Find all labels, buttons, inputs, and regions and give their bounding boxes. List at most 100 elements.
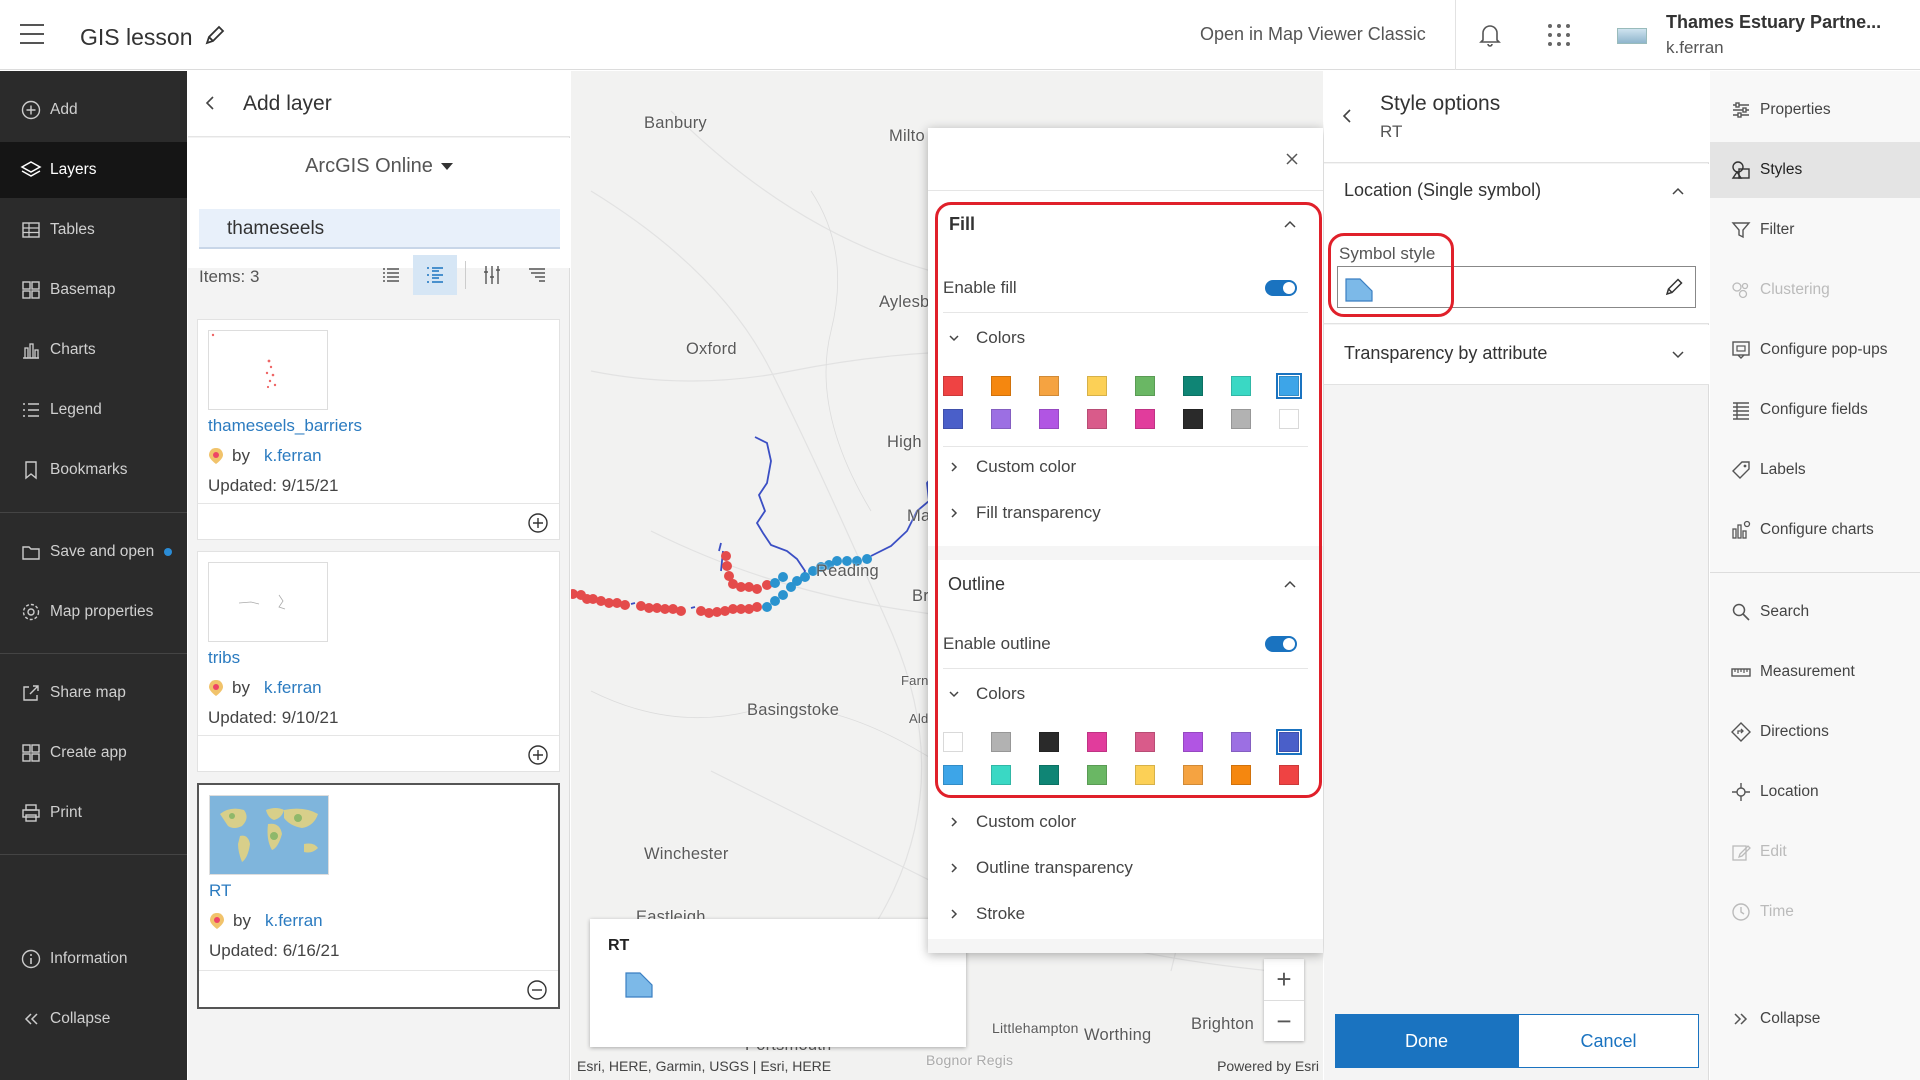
color-swatch[interactable] — [991, 409, 1011, 429]
color-swatch[interactable] — [1039, 409, 1059, 429]
item-thumbnail[interactable] — [209, 795, 329, 875]
outline-transparency[interactable]: Outline transparency — [948, 858, 1133, 878]
edit-pencil-icon[interactable] — [1664, 277, 1684, 297]
add-circle-icon[interactable] — [527, 512, 549, 534]
color-swatch[interactable] — [943, 376, 963, 396]
toolbar-edit[interactable]: Edit — [1710, 824, 1920, 880]
item-owner[interactable]: k.ferran — [264, 678, 322, 698]
cancel-button[interactable]: Cancel — [1518, 1014, 1699, 1068]
toolbar-labels[interactable]: Labels — [1710, 442, 1920, 498]
color-swatch[interactable] — [1276, 729, 1302, 755]
item-thumbnail[interactable] — [208, 330, 328, 410]
toolbar-configure-charts[interactable]: Configure charts — [1710, 502, 1920, 558]
edit-title-icon[interactable] — [204, 24, 226, 46]
app-launcher-icon[interactable] — [1546, 22, 1572, 48]
location-section-title[interactable]: Location (Single symbol) — [1344, 180, 1541, 201]
color-swatch[interactable] — [1135, 732, 1155, 752]
color-swatch[interactable] — [943, 765, 963, 785]
notification-bell-icon[interactable] — [1477, 22, 1503, 48]
color-swatch[interactable] — [1087, 765, 1107, 785]
toolbar-share-map[interactable]: Share map — [0, 665, 187, 721]
back-chevron-icon[interactable] — [200, 93, 220, 113]
toolbar-tables[interactable]: Tables — [0, 202, 187, 258]
color-swatch[interactable] — [1135, 376, 1155, 396]
color-swatch[interactable] — [1087, 376, 1107, 396]
color-swatch[interactable] — [1276, 373, 1302, 399]
toolbar-information[interactable]: Information — [0, 931, 187, 987]
color-swatch[interactable] — [1135, 409, 1155, 429]
outline-colors-expander[interactable]: Colors — [948, 684, 1025, 704]
remove-circle-icon[interactable] — [526, 979, 548, 1001]
toolbar-styles[interactable]: Styles — [1710, 142, 1920, 198]
add-circle-icon[interactable] — [527, 744, 549, 766]
toolbar-search[interactable]: Search — [1710, 584, 1920, 640]
toolbar-configure-fields[interactable]: Configure fields — [1710, 382, 1920, 438]
toolbar-directions[interactable]: Directions — [1710, 704, 1920, 760]
color-swatch[interactable] — [1183, 765, 1203, 785]
color-swatch[interactable] — [1183, 732, 1203, 752]
toolbar-create-app[interactable]: Create app — [0, 725, 187, 781]
back-chevron-icon[interactable] — [1338, 107, 1356, 125]
toolbar-print[interactable]: Print — [0, 785, 187, 841]
toolbar-clustering[interactable]: Clustering — [1710, 262, 1920, 318]
powered-by-esri[interactable]: Powered by Esri — [1217, 1058, 1319, 1074]
color-swatch[interactable] — [1231, 732, 1251, 752]
toolbar-save-open[interactable]: Save and open — [0, 524, 187, 580]
detail-view-button[interactable] — [413, 255, 457, 295]
item-name[interactable]: thameseels_barriers — [208, 416, 362, 436]
zoom-out-button[interactable]: − — [1264, 1001, 1304, 1042]
fill-section-header[interactable]: Fill — [928, 200, 1323, 250]
color-swatch[interactable] — [1087, 409, 1107, 429]
chevron-up-icon[interactable] — [1671, 184, 1685, 198]
toolbar-location[interactable]: Location — [1710, 764, 1920, 820]
color-swatch[interactable] — [1231, 409, 1251, 429]
color-swatch[interactable] — [1231, 765, 1251, 785]
close-icon[interactable] — [1283, 150, 1301, 168]
done-button[interactable]: Done — [1335, 1014, 1518, 1068]
search-input[interactable]: thameseels — [199, 209, 560, 249]
color-swatch[interactable] — [1231, 376, 1251, 396]
color-swatch[interactable] — [991, 732, 1011, 752]
result-card-selected[interactable]: RT by k.ferran Updated: 6/16/21 — [197, 783, 560, 1009]
color-swatch[interactable] — [1087, 732, 1107, 752]
toolbar-layers[interactable]: Layers — [0, 142, 187, 198]
toolbar-basemap[interactable]: Basemap — [0, 262, 187, 318]
toolbar-collapse[interactable]: Collapse — [0, 991, 187, 1047]
result-card[interactable]: thameseels_barriers by k.ferran Updated:… — [197, 319, 560, 540]
color-swatch[interactable] — [943, 409, 963, 429]
color-swatch[interactable] — [1039, 765, 1059, 785]
color-swatch[interactable] — [1183, 409, 1203, 429]
item-owner[interactable]: k.ferran — [264, 446, 322, 466]
result-card[interactable]: tribs by k.ferran Updated: 9/10/21 — [197, 551, 560, 772]
item-thumbnail[interactable] — [208, 562, 328, 642]
open-classic-link[interactable]: Open in Map Viewer Classic — [1200, 24, 1426, 45]
toolbar-add[interactable]: Add — [0, 82, 187, 138]
sort-button[interactable] — [515, 255, 559, 295]
symbol-style-field[interactable] — [1337, 266, 1696, 308]
color-swatch[interactable] — [1039, 732, 1059, 752]
outline-section-header[interactable]: Outline — [928, 560, 1323, 610]
outline-custom-color[interactable]: Custom color — [948, 812, 1076, 832]
toolbar-legend[interactable]: Legend — [0, 382, 187, 438]
org-logo[interactable] — [1617, 28, 1647, 44]
color-swatch[interactable] — [1279, 765, 1299, 785]
item-name[interactable]: RT — [209, 881, 231, 901]
menu-icon[interactable] — [20, 22, 48, 46]
toolbar-charts[interactable]: Charts — [0, 322, 187, 378]
toolbar-bookmarks[interactable]: Bookmarks — [0, 442, 187, 498]
toolbar-time[interactable]: Time — [1710, 884, 1920, 940]
color-swatch[interactable] — [991, 376, 1011, 396]
filter-button[interactable] — [470, 255, 514, 295]
fill-custom-color[interactable]: Custom color — [948, 457, 1076, 477]
org-name[interactable]: Thames Estuary Partne... — [1666, 12, 1881, 33]
toolbar-filter[interactable]: Filter — [1710, 202, 1920, 258]
list-view-button[interactable] — [369, 255, 413, 295]
username[interactable]: k.ferran — [1666, 38, 1724, 58]
source-dropdown[interactable]: ArcGIS Online — [188, 155, 570, 178]
item-owner[interactable]: k.ferran — [265, 911, 323, 931]
enable-fill-toggle[interactable] — [1265, 280, 1297, 296]
color-swatch[interactable] — [1135, 765, 1155, 785]
toolbar-collapse-right[interactable]: Collapse — [1710, 991, 1920, 1047]
zoom-in-button[interactable]: + — [1264, 959, 1304, 1000]
color-swatch[interactable] — [1279, 409, 1299, 429]
